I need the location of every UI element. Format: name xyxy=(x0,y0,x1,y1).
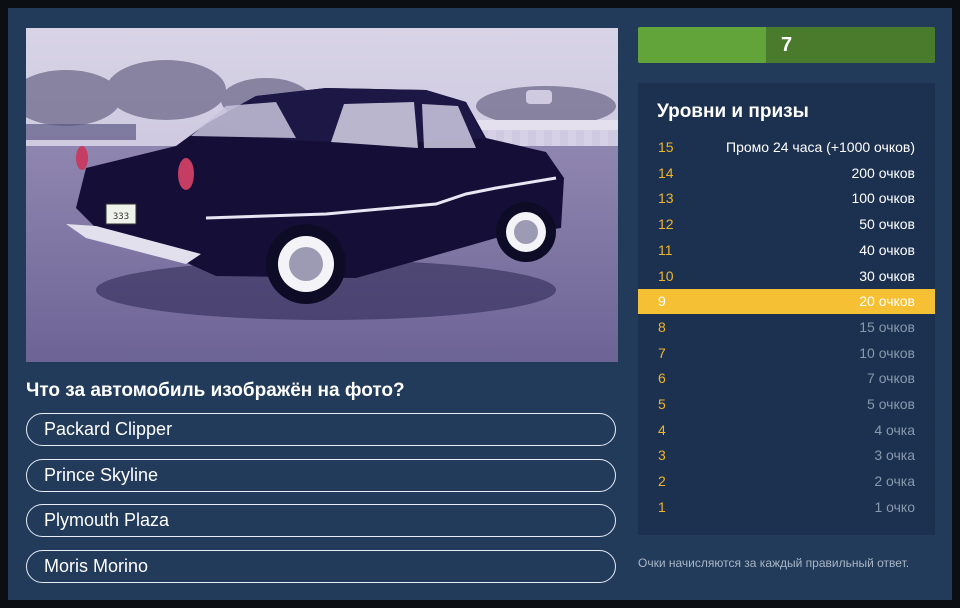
level-row: 12 50 очков xyxy=(638,212,935,237)
level-number: 10 xyxy=(658,267,674,284)
level-number: 7 xyxy=(658,344,666,361)
level-number: 12 xyxy=(658,216,674,233)
level-number: 5 xyxy=(658,396,666,412)
answer-option-2[interactable]: Prince Skyline xyxy=(26,459,616,492)
level-prize: 50 очков xyxy=(859,216,915,233)
level-prize: 30 очков xyxy=(859,267,915,284)
level-prize: 40 очков xyxy=(859,241,915,258)
level-prize: Промо 24 часа (+1000 очков) xyxy=(726,139,915,155)
level-prize: 10 очков xyxy=(859,344,915,361)
level-row: 14 200 очков xyxy=(638,161,935,186)
level-prize: 15 очков xyxy=(859,318,915,335)
question-text: Что за автомобиль изображён на фото? xyxy=(26,380,405,401)
level-prize: 200 очков xyxy=(851,164,915,181)
level-number: 15 xyxy=(658,139,674,155)
car-photo: 333 xyxy=(26,28,618,362)
level-row: 6 7 очков xyxy=(638,366,935,391)
levels-panel: Уровни и призы 15 Промо 24 часа (+1000 оч… xyxy=(638,83,935,535)
level-row: 10 30 очков xyxy=(638,264,935,289)
level-row: 2 2 очка xyxy=(638,469,935,494)
level-prize: 4 очка xyxy=(874,421,915,438)
level-number: 2 xyxy=(658,473,666,490)
level-row: 15 Промо 24 часа (+1000 очков) xyxy=(638,135,935,160)
game-panel: 333 Что за автомобиль изображён на фото?… xyxy=(8,8,952,600)
levels-title: Уровни и призы xyxy=(657,101,809,122)
level-number: 14 xyxy=(658,164,674,181)
level-number: 1 xyxy=(658,498,666,515)
level-number: 6 xyxy=(658,370,666,387)
level-number: 13 xyxy=(658,190,674,207)
level-row: 8 15 очков xyxy=(638,315,935,340)
level-row: 1 1 очко xyxy=(638,495,935,520)
level-row: 7 10 очков xyxy=(638,341,935,366)
license-plate: 333 xyxy=(113,212,129,222)
level-prize: 1 очко xyxy=(874,498,915,515)
level-row: 11 40 очков xyxy=(638,238,935,263)
level-row: 13 100 очков xyxy=(638,186,935,211)
level-number: 3 xyxy=(658,447,666,464)
answer-option-3[interactable]: Plymouth Plaza xyxy=(26,504,616,537)
level-prize: 20 очков xyxy=(859,293,915,310)
level-row: 3 3 очка xyxy=(638,443,935,468)
level-prize: 5 очков xyxy=(867,396,915,412)
scoring-note: Очки начисляются за каждый правильный от… xyxy=(638,556,910,570)
level-row: 9 20 очков xyxy=(638,289,935,315)
level-number: 4 xyxy=(658,421,666,438)
answer-option-4[interactable]: Moris Morino xyxy=(26,550,616,583)
timer-value: 7 xyxy=(780,34,793,56)
level-number: 11 xyxy=(658,241,673,258)
level-row: 4 4 очка xyxy=(638,418,935,443)
level-prize: 100 очков xyxy=(851,190,915,207)
level-number: 9 xyxy=(658,293,666,310)
level-prize: 3 очка xyxy=(874,447,915,464)
answer-option-1[interactable]: Packard Clipper xyxy=(26,413,616,446)
level-number: 8 xyxy=(658,318,666,335)
level-row: 5 5 очков xyxy=(638,392,935,417)
timer-bar: 7 xyxy=(638,27,935,63)
level-prize: 2 очка xyxy=(874,473,915,490)
level-prize: 7 очков xyxy=(867,370,915,387)
